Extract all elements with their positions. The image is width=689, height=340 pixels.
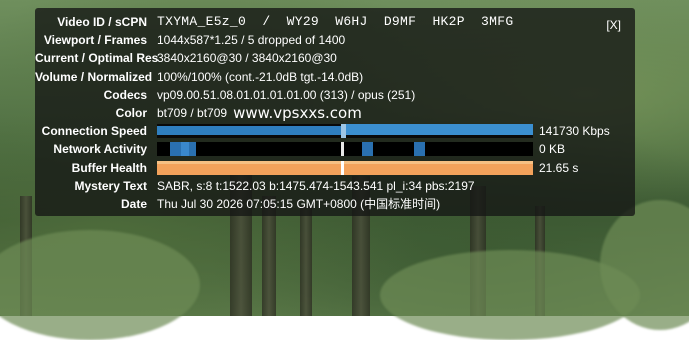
- date-value: Thu Jul 30 2026 07:05:15 GMT+0800 (中国标准时…: [157, 196, 441, 211]
- row-date: Date Thu Jul 30 2026 07:05:15 GMT+0800 (…: [35, 195, 635, 213]
- stats-for-nerds-panel: [X] Video ID / sCPN TXYMA_E5z_0 / WY29 W…: [35, 8, 635, 216]
- network-activity-value: 0 KB: [539, 142, 566, 157]
- volume-value: 100%/100% (cont.-21.0dB tgt.-14.0dB): [157, 69, 364, 84]
- color-label: Color: [115, 105, 147, 120]
- connection-speed-graph: [157, 124, 533, 139]
- resolution-label: Current / Optimal Res: [35, 51, 159, 66]
- buffer-health-label: Buffer Health: [71, 160, 147, 175]
- row-viewport: Viewport / Frames 1044x587*1.25 / 5 drop…: [35, 31, 635, 49]
- color-extra-text: www.vpsxxs.com: [233, 103, 362, 122]
- color-value: bt709 / bt709: [157, 105, 228, 120]
- buffer-health-marker: [341, 160, 344, 175]
- codecs-label: Codecs: [103, 87, 147, 102]
- row-video-id: Video ID / sCPN TXYMA_E5z_0 / WY29 W6HJ …: [35, 13, 635, 31]
- row-buffer-health: Buffer Health 21.65 s: [35, 159, 635, 177]
- connection-speed-value: 141730 Kbps: [539, 124, 610, 139]
- stats-rows: Video ID / sCPN TXYMA_E5z_0 / WY29 W6HJ …: [35, 13, 635, 213]
- row-volume: Volume / Normalized 100%/100% (cont.-21.…: [35, 68, 635, 86]
- codecs-value: vp09.00.51.08.01.01.01.01.00 (313) / opu…: [157, 87, 416, 102]
- network-activity-marker: [341, 142, 344, 157]
- mystery-text-value: SABR, s:8 t:1522.03 b:1475.474-1543.541 …: [157, 178, 475, 193]
- video-id-label: Video ID / sCPN: [57, 15, 147, 29]
- row-connection-speed: Connection Speed 141730 Kbps: [35, 122, 635, 140]
- network-spike: [362, 142, 373, 157]
- network-activity-label: Network Activity: [53, 142, 147, 157]
- viewport-value: 1044x587*1.25 / 5 dropped of 1400: [157, 33, 346, 48]
- network-activity-graph: [157, 142, 533, 157]
- buffer-health-graph: [157, 160, 533, 175]
- volume-label: Volume / Normalized: [35, 69, 153, 84]
- buffer-health-top: [157, 160, 533, 164]
- video-id-value: TXYMA_E5z_0 / WY29 W6HJ D9MF HK2P 3MFG: [157, 14, 514, 29]
- date-label: Date: [120, 196, 147, 211]
- tree-trunk: [300, 206, 312, 316]
- viewport-label: Viewport / Frames: [43, 33, 147, 48]
- fern-foliage: [0, 230, 200, 340]
- connection-speed-marker: [341, 124, 346, 139]
- row-codecs: Codecs vp09.00.51.08.01.01.01.01.00 (313…: [35, 86, 635, 104]
- resolution-value: 3840x2160@30 / 3840x2160@30: [157, 51, 337, 66]
- row-network-activity: Network Activity 0 KB: [35, 140, 635, 158]
- connection-speed-fill-recent: [346, 124, 533, 136]
- buffer-health-value: 21.65 s: [539, 160, 579, 175]
- network-spike: [414, 142, 425, 157]
- network-spike: [181, 142, 189, 157]
- row-color: Color bt709 / bt709 www.vpsxxs.com: [35, 104, 635, 122]
- mystery-text-label: Mystery Text: [74, 178, 147, 193]
- row-mystery-text: Mystery Text SABR, s:8 t:1522.03 b:1475.…: [35, 177, 635, 195]
- row-resolution: Current / Optimal Res 3840x2160@30 / 384…: [35, 49, 635, 67]
- connection-speed-label: Connection Speed: [41, 124, 147, 139]
